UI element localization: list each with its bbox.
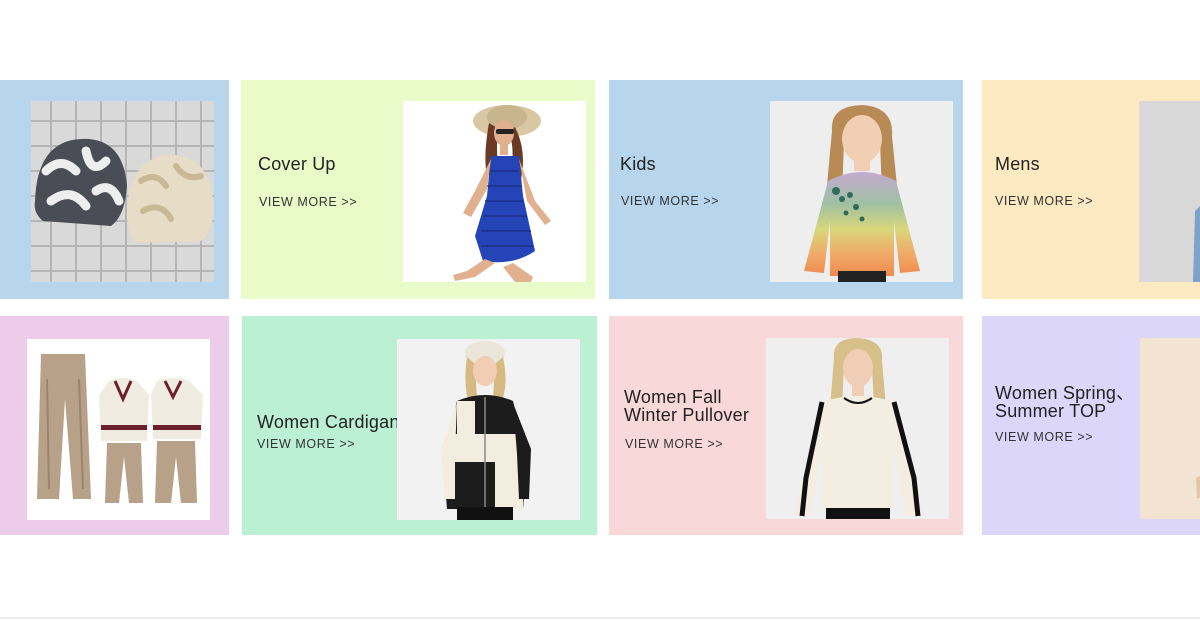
category-card-cover-up[interactable]: Cover Up VIEW MORE >> (241, 80, 595, 299)
view-more-link[interactable]: VIEW MORE >> (995, 194, 1093, 208)
category-title: Women Cardigan (257, 412, 400, 432)
view-more-link[interactable]: VIEW MORE >> (621, 194, 719, 208)
girl-rainbow-sweater-photo[interactable] (770, 101, 953, 282)
category-card-beanies[interactable] (0, 80, 229, 299)
category-card-women-top[interactable]: Women Spring、 Summer TOP VIEW MORE >> (982, 316, 1200, 535)
summer-top-photo[interactable] (1140, 338, 1200, 519)
view-more-link[interactable]: VIEW MORE >> (995, 430, 1093, 444)
colorblock-cardigan-photo[interactable] (397, 339, 580, 520)
category-title: Mens (995, 154, 1040, 174)
bottom-divider (0, 617, 1200, 619)
view-more-link[interactable]: VIEW MORE >> (257, 437, 355, 451)
crochet-cover-up-dress-photo[interactable] (403, 101, 586, 282)
knit-beanies-photo[interactable] (31, 101, 214, 282)
category-title: Cover Up (258, 154, 336, 174)
knit-pants-set-photo[interactable] (27, 339, 210, 520)
category-card-kids[interactable]: Kids VIEW MORE >> (609, 80, 963, 299)
category-card-knit-sets[interactable] (0, 316, 229, 535)
category-card-mens[interactable]: Mens VIEW MORE >> (982, 80, 1200, 299)
category-title: Women Spring、 Summer TOP (995, 383, 1135, 421)
category-title: Kids (620, 154, 656, 174)
view-more-link[interactable]: VIEW MORE >> (625, 437, 723, 451)
category-title: Women Fall Winter Pullover (624, 387, 750, 425)
mens-shirt-photo[interactable] (1139, 101, 1200, 282)
category-card-women-pullover[interactable]: Women Fall Winter Pullover VIEW MORE >> (609, 316, 963, 535)
cream-pullover-photo[interactable] (766, 338, 949, 519)
view-more-link[interactable]: VIEW MORE >> (259, 195, 357, 209)
category-card-women-cardigan[interactable]: Women Cardigan VIEW MORE >> (242, 316, 597, 535)
